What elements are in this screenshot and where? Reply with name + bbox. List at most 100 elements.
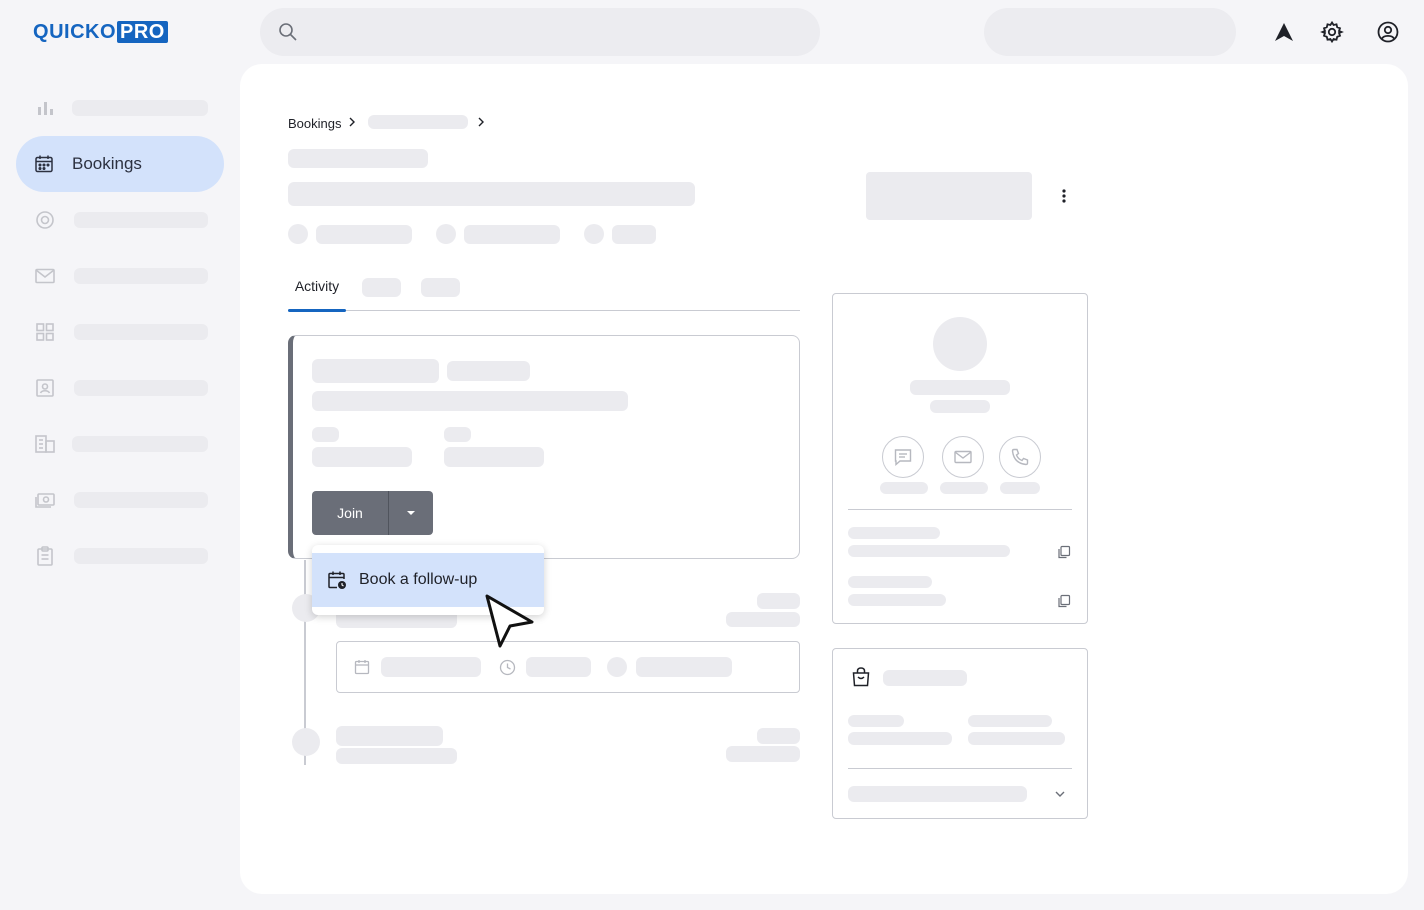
navigation-arrow-icon[interactable] [1272,20,1296,44]
app-logo[interactable]: Q UICKO PRO [33,21,168,43]
logo-q: Q [33,20,50,43]
calendar-icon [354,660,370,675]
action-label-placeholder [880,482,928,494]
sidebar-item-placeholder[interactable] [74,324,208,340]
chevron-right-icon [478,117,484,127]
shopping-bag-icon [852,667,870,687]
message-button[interactable] [882,436,924,478]
divider [848,768,1072,769]
sidebar-item-placeholder[interactable] [72,436,208,452]
meta-icon-placeholder [436,224,456,244]
building-icon[interactable] [34,433,56,455]
timeline-time-placeholder [757,593,800,609]
meta-placeholder [612,225,656,244]
contact-field-label-placeholder [848,527,940,539]
grid-icon[interactable] [34,321,56,343]
page-title-placeholder [288,182,695,206]
field-label-placeholder [312,427,339,442]
detail-time-placeholder [526,657,591,677]
sidebar-item-label: Bookings [72,154,142,173]
breadcrumb-item-placeholder[interactable] [368,115,468,129]
order-expand-placeholder[interactable] [848,786,1027,802]
search-bar[interactable] [260,8,820,56]
action-label-placeholder [1000,482,1040,494]
contact-field-label-placeholder [848,576,932,588]
timeline-date-placeholder [726,612,800,627]
sidebar-item-bookings[interactable]: Bookings [16,136,224,192]
timeline-entry-placeholder [336,726,443,746]
meta-icon-placeholder [288,224,308,244]
contact-field-value-placeholder [848,545,1010,557]
primary-action-placeholder[interactable] [866,172,1032,220]
booking-subtitle-placeholder [312,391,628,411]
field-value-placeholder [312,447,412,467]
sidebar-item-placeholder[interactable] [74,380,208,396]
money-icon[interactable] [34,489,56,511]
order-field-value-placeholder [968,732,1065,745]
divider [848,509,1072,510]
calendar-clock-icon [328,571,346,589]
copy-icon[interactable] [1057,594,1071,608]
detail-date-placeholder [381,657,481,677]
order-field-label-placeholder [848,715,904,727]
timeline-node [292,728,320,756]
field-value-placeholder [444,447,544,467]
join-button[interactable]: Join [312,491,389,535]
tab-activity[interactable]: Activity [288,278,346,294]
mail-icon [954,450,972,464]
call-button[interactable] [999,436,1041,478]
contact-role-placeholder [930,400,990,413]
book-follow-up-label: Book a follow-up [359,571,478,588]
sidebar-item-placeholder[interactable] [74,548,208,564]
order-title-placeholder [883,670,967,686]
target-icon[interactable] [34,209,56,231]
mail-icon[interactable] [34,265,56,287]
contact-field-value-placeholder [848,594,946,606]
detail-icon-placeholder [607,657,627,677]
meta-placeholder [464,225,560,244]
action-label-placeholder [940,482,988,494]
chevron-down-icon[interactable] [1053,788,1067,800]
tab-placeholder[interactable] [362,278,401,297]
logo-main: UICKO [49,20,117,43]
clock-icon [499,659,516,676]
account-icon[interactable] [1376,20,1400,44]
sidebar-item-placeholder[interactable] [74,268,208,284]
search-icon [279,23,297,41]
email-button[interactable] [942,436,984,478]
timeline-time-placeholder [757,728,800,744]
sidebar-item-placeholder[interactable] [74,492,208,508]
sidebar-item-placeholder[interactable] [72,100,208,116]
order-field-label-placeholder [968,715,1052,727]
header-placeholder-pill[interactable] [984,8,1236,56]
sidebar-item-placeholder[interactable] [74,212,208,228]
chart-icon[interactable] [34,97,56,119]
contact-name-placeholder [910,380,1010,395]
breadcrumb-root[interactable]: Bookings [288,116,341,131]
booking-title-placeholder [312,359,439,383]
clipboard-icon[interactable] [34,545,56,567]
tab-placeholder[interactable] [421,278,460,297]
copy-icon[interactable] [1057,545,1071,559]
avatar [933,317,987,371]
tab-active-indicator [288,309,346,312]
gear-icon[interactable] [1320,20,1344,44]
contact-icon[interactable] [34,377,56,399]
timeline-entry-placeholder [336,748,457,764]
calendar-icon [35,155,53,173]
more-vertical-icon[interactable] [1056,186,1072,206]
timeline-date-placeholder [726,746,800,762]
mouse-cursor-icon [485,594,534,648]
detail-value-placeholder [636,657,732,677]
field-label-placeholder [444,427,471,442]
tab-bar [288,310,800,311]
meta-placeholder [316,225,412,244]
logo-pro: PRO [117,21,168,43]
chevron-right-icon [349,117,355,127]
phone-icon [1011,448,1029,466]
caret-down-icon [407,511,415,515]
join-dropdown-toggle[interactable] [389,491,433,535]
page-subtitle-placeholder [288,149,428,168]
join-split-button: Join [312,491,433,535]
meta-icon-placeholder [584,224,604,244]
